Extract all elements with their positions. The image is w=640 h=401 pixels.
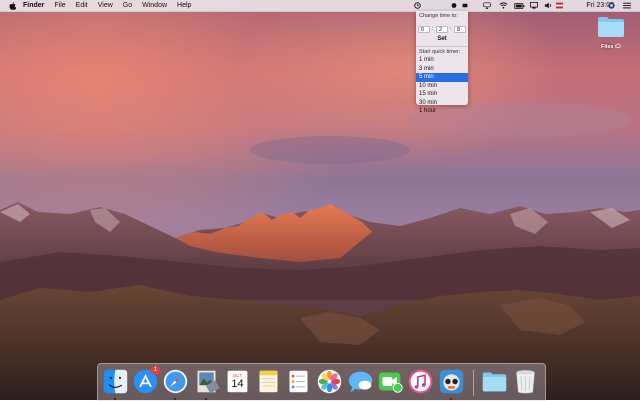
menu-help[interactable]: Help	[172, 0, 196, 11]
dock-app-store[interactable]: 1	[132, 366, 160, 395]
dock: 1 OCT 14	[97, 363, 546, 401]
dock-tweetbot[interactable]	[438, 368, 465, 400]
menu-bar: Finder File Edit View Go Window Help Fri…	[0, 0, 640, 12]
quick-timer-10-min[interactable]: 10 min	[416, 82, 468, 91]
preview-icon	[197, 370, 220, 394]
dock-separator	[473, 370, 474, 396]
facetime-icon	[378, 372, 403, 393]
desktop-wallpaper	[0, 0, 640, 400]
reminders-icon	[289, 370, 308, 393]
menu-app-name[interactable]: Finder	[18, 0, 49, 11]
display-icon[interactable]	[529, 0, 539, 11]
messages-icon	[348, 371, 373, 393]
quick-timer-3-min[interactable]: 3 min	[416, 65, 468, 74]
stopwatch-icon[interactable]	[461, 0, 469, 11]
wifi-icon[interactable]	[498, 0, 508, 11]
folder-name: Files	[600, 44, 614, 50]
dock-preview[interactable]	[193, 368, 220, 400]
dock-reminders[interactable]	[285, 368, 312, 395]
notes-icon	[259, 370, 278, 393]
siri-icon[interactable]	[607, 0, 616, 11]
quick-timer-15-min[interactable]: 15 min	[416, 90, 468, 99]
menu-view[interactable]: View	[93, 0, 118, 11]
trash-icon	[516, 370, 535, 394]
dock-notes[interactable]	[255, 368, 282, 395]
dock-photos[interactable]	[316, 368, 343, 395]
quick-timer-30-min[interactable]: 30 min	[416, 99, 468, 108]
dock-safari[interactable]	[162, 368, 189, 400]
menu-go[interactable]: Go	[118, 0, 137, 11]
finder-icon	[103, 369, 128, 394]
menu-edit[interactable]: Edit	[71, 0, 93, 11]
quick-timer-1-hour[interactable]: 1 hour	[416, 107, 468, 116]
popup-divider	[416, 46, 468, 47]
timer-popup: Change time to: 0 : 2 : 8 Set Start quic…	[416, 11, 468, 114]
quick-timer-5-min[interactable]: 5 min	[416, 73, 468, 82]
apple-logo-icon[interactable]	[6, 1, 18, 10]
quick-timer-label: Start quick timer:	[419, 49, 461, 55]
desktop-folder-files[interactable]: Files	[592, 16, 630, 50]
menu-window[interactable]: Window	[137, 0, 172, 11]
colon-separator: :	[432, 26, 434, 32]
volume-icon[interactable]	[543, 0, 553, 11]
change-time-label: Change time to:	[419, 13, 458, 19]
seconds-field[interactable]: 8	[454, 26, 466, 33]
airplay-icon[interactable]	[482, 0, 491, 11]
menu-file[interactable]: File	[49, 0, 70, 11]
itunes-icon	[408, 369, 433, 394]
timer-icon[interactable]	[450, 0, 458, 11]
safari-icon	[163, 369, 188, 394]
quick-timer-list: 1 min 3 min 5 min 10 min 15 min 30 min 1…	[416, 56, 468, 116]
flag-icon[interactable]	[555, 0, 564, 11]
desktop-folder-label: Files	[592, 43, 630, 50]
colon-separator: :	[450, 26, 452, 32]
photos-icon	[317, 369, 342, 394]
set-button[interactable]: Set	[434, 35, 450, 43]
dock-trash[interactable]	[512, 368, 539, 395]
tweetbot-icon	[439, 369, 464, 394]
dock-calendar[interactable]: OCT 14	[224, 368, 251, 395]
dock-messages[interactable]	[347, 368, 374, 395]
app-store-badge: 1	[151, 366, 160, 375]
dock-downloads[interactable]	[481, 368, 508, 395]
hours-field[interactable]: 0	[418, 26, 430, 33]
folder-icon	[598, 17, 624, 37]
calendar-day: 14	[231, 378, 244, 390]
dock-facetime[interactable]	[377, 368, 404, 395]
quick-timer-1-min[interactable]: 1 min	[416, 56, 468, 65]
notification-center-icon[interactable]	[622, 0, 632, 11]
battery-icon[interactable]	[513, 0, 525, 11]
minutes-field[interactable]: 2	[436, 26, 448, 33]
cloud-icon	[615, 43, 622, 48]
folder-icon	[482, 372, 507, 392]
dock-finder[interactable]	[102, 368, 129, 400]
dock-itunes[interactable]	[407, 368, 434, 395]
timer-status-icon[interactable]	[413, 0, 421, 11]
